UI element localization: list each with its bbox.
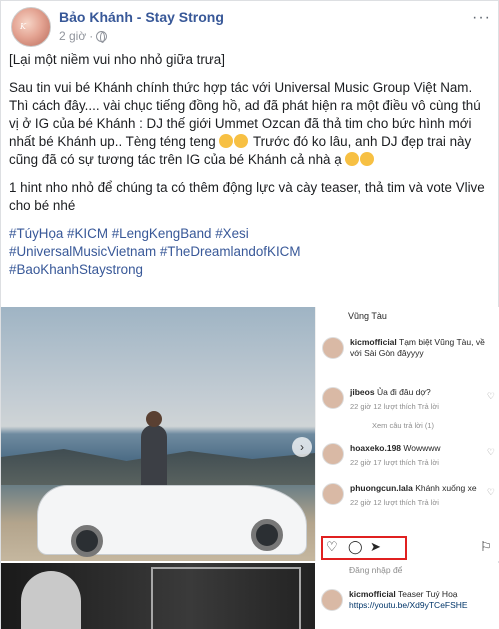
- ig-avatar: [322, 443, 344, 465]
- teaser-link[interactable]: https://youtu.be/Xd9yTCeFSHE: [349, 600, 468, 610]
- ig-action-bar: ♡ ◯ ➤ ⚐: [320, 536, 497, 560]
- comment-icon[interactable]: ◯: [348, 539, 363, 555]
- heart-outline-icon[interactable]: ♡: [487, 447, 495, 458]
- bookmark-icon[interactable]: ⚐: [480, 539, 492, 555]
- face-emoji-icon: [219, 134, 234, 148]
- post-paragraph: [Lại một niềm vui nho nhỏ giữa trưa]: [9, 52, 225, 67]
- avatar-initial: K: [20, 22, 26, 31]
- post-timestamp[interactable]: 2 giờ: [59, 29, 86, 43]
- meta-separator: ·: [89, 29, 94, 43]
- ig-comment-text: Wowwww: [403, 443, 441, 453]
- ig-avatar: [322, 337, 344, 359]
- ig-avatar: [321, 589, 343, 611]
- frame-graphic: [151, 567, 301, 629]
- ig-login-hint: Đăng nhập để: [349, 565, 403, 575]
- view-replies-link[interactable]: Xem câu trả lời (1): [372, 421, 434, 430]
- ig-avatar: [322, 483, 344, 505]
- heart-outline-icon[interactable]: ♡: [487, 391, 495, 402]
- post-body: [Lại một niềm vui nho nhỏ giữa trưa] Sau…: [9, 51, 493, 279]
- ig-comment-meta: 22 giờ 12 lượt thích Trả lời: [350, 402, 439, 411]
- globe-icon: [96, 30, 108, 43]
- instagram-panel-2: Đăng nhập để kicmofficial Teaser Tuý Hoạ…: [315, 563, 499, 629]
- hashtag-line[interactable]: #UniversalMusicVietnam #TheDreamlandofKI…: [9, 243, 493, 261]
- beach-car-photo: ›: [1, 307, 315, 561]
- ig-username[interactable]: kicmofficial: [350, 337, 397, 347]
- ig-location: Vũng Tàu: [348, 311, 387, 321]
- teaser-photo: [1, 563, 315, 629]
- ig-comment-text: Teaser Tuý Hoạ: [398, 589, 458, 599]
- ig-username[interactable]: phuongcun.lala: [350, 483, 413, 493]
- portrait-figure: [21, 571, 81, 629]
- ig-avatar: [322, 387, 344, 409]
- hug-emoji-icon: [360, 152, 375, 166]
- ig-comment-text: Khánh xuống xe: [415, 483, 477, 493]
- face-emoji-icon: [234, 134, 249, 148]
- post-photo-2[interactable]: Đăng nhập để kicmofficial Teaser Tuý Hoạ…: [1, 563, 499, 629]
- next-arrow-icon[interactable]: ›: [292, 437, 312, 457]
- post-paragraph: 1 hint nho nhỏ để chúng ta có thêm động …: [9, 180, 485, 213]
- hashtag-line[interactable]: #TúyHọa #KICM #LengKengBand #Xesi: [9, 225, 493, 243]
- ig-comment-meta: 22 giờ 12 lượt thích Trả lời: [350, 498, 439, 507]
- post-paragraph: Sau tin vui bé Khánh chính thức hợp tác …: [9, 80, 481, 167]
- post-photo-1[interactable]: › Vũng Tàu kicmofficial Tạm biệt Vũng Tà…: [1, 307, 499, 561]
- ig-comment-meta: 22 giờ 17 lượt thích Trả lời: [350, 458, 439, 467]
- hug-emoji-icon: [345, 152, 360, 166]
- share-icon[interactable]: ➤: [370, 539, 381, 555]
- hashtag-line[interactable]: #BaoKhanhStaystrong: [9, 261, 493, 279]
- page-name-link[interactable]: Bảo Khánh - Stay Strong: [59, 9, 224, 25]
- more-options-icon[interactable]: ···: [472, 9, 491, 27]
- post-meta: 2 giờ ·: [59, 29, 108, 43]
- ig-username[interactable]: hoaxeko.198: [350, 443, 401, 453]
- heart-icon[interactable]: ♡: [326, 539, 338, 555]
- ig-comment-text: Ủa đi đâu dợ?: [376, 387, 431, 397]
- car-wheel: [71, 525, 103, 557]
- person-figure: [141, 411, 167, 489]
- heart-outline-icon[interactable]: ♡: [487, 487, 495, 498]
- ig-username[interactable]: kicmofficial: [349, 589, 396, 599]
- car-wheel: [251, 519, 283, 551]
- page-avatar[interactable]: K: [11, 7, 51, 47]
- facebook-post: K Bảo Khánh - Stay Strong 2 giờ · ··· [L…: [0, 0, 499, 629]
- ig-username[interactable]: jibeos: [350, 387, 375, 397]
- post-header: K Bảo Khánh - Stay Strong 2 giờ · ···: [11, 7, 491, 47]
- instagram-panel: Vũng Tàu kicmofficial Tạm biệt Vũng Tàu,…: [315, 307, 499, 561]
